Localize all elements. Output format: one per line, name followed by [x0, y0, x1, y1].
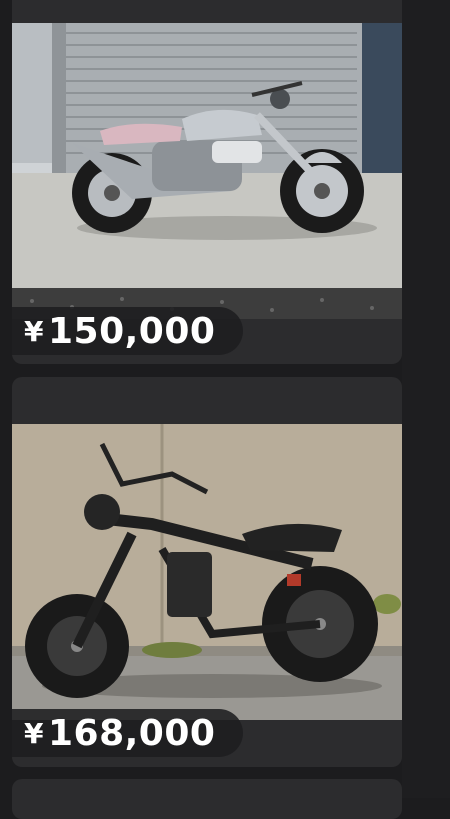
side-column-gutter	[402, 0, 450, 798]
motorcycle-image	[12, 23, 402, 319]
listing-photo[interactable]	[12, 424, 402, 720]
listing-card[interactable]: ¥ 168,000	[12, 377, 402, 767]
ebike-image	[12, 424, 402, 720]
listing-card[interactable]	[12, 779, 402, 819]
price-tag: ¥ 150,000	[12, 307, 244, 355]
currency-symbol: ¥	[24, 314, 44, 348]
currency-symbol: ¥	[24, 716, 44, 750]
price-value: 168,000	[47, 712, 216, 754]
price-tag: ¥ 168,000	[12, 709, 244, 757]
listing-photo[interactable]	[12, 23, 402, 319]
listing-card[interactable]: ¥ 150,000	[12, 0, 402, 364]
price-value: 150,000	[47, 310, 216, 352]
